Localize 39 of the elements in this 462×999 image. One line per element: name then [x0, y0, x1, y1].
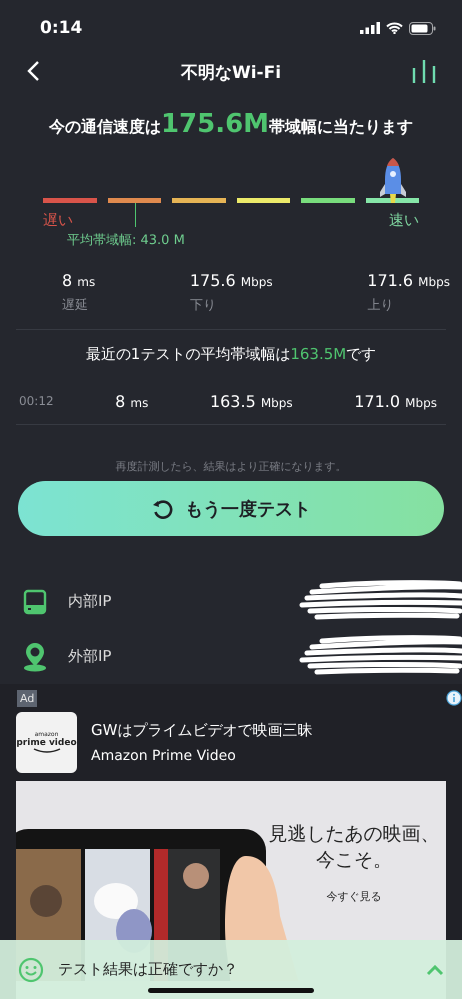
bar-chart-icon[interactable]	[412, 60, 438, 84]
slow-label: 遅い	[43, 211, 73, 230]
fast-label: 速い	[389, 211, 419, 230]
rocket-icon	[378, 156, 408, 204]
ad-title[interactable]: GWはプライムビデオで映画三昧	[91, 721, 312, 740]
smiley-icon	[18, 956, 44, 982]
stat-label: 上り	[367, 297, 394, 314]
stat-value: 171.6 Mbps	[367, 271, 450, 290]
info-icon[interactable]	[446, 690, 462, 706]
ip-label: 外部IP	[68, 647, 112, 666]
back-icon[interactable]	[26, 60, 40, 82]
test-value: 171.0 Mbps	[354, 392, 437, 410]
average-marker	[135, 203, 136, 227]
test-value: 8 ms	[115, 392, 148, 410]
retest-button[interactable]: もう一度テスト	[18, 481, 444, 536]
feedback-bar[interactable]: テスト結果は正確ですか？	[0, 940, 462, 999]
drive-icon	[22, 588, 48, 614]
ip-label: 内部IP	[68, 592, 112, 611]
battery-icon	[409, 22, 436, 34]
status-time: 0:14	[40, 18, 82, 38]
screen-title: 不明なWi-Fi	[180, 62, 282, 84]
average-bandwidth: 平均帯域幅: 43.0 M	[67, 232, 185, 249]
test-time: 00:12	[19, 394, 54, 408]
test-value: 163.5 Mbps	[210, 392, 293, 410]
feedback-question: テスト結果は正確ですか？	[58, 960, 239, 979]
watch-now-link[interactable]: 今すぐ見る	[326, 889, 382, 904]
wifi-icon	[386, 22, 403, 34]
ad-badge: Ad	[17, 690, 38, 706]
hint-text: 再度計測したら、結果はより正確になります。	[114, 459, 348, 475]
speed-headline: 今の通信速度は 175.6M帯域幅に当たります	[48, 108, 414, 141]
stat-label: 遅延	[62, 297, 89, 314]
location-pin-icon	[22, 642, 48, 672]
stat-value: 8 ms	[62, 271, 96, 290]
banner-headline: 見逃したあの映画、今こそ。	[268, 822, 440, 873]
stat-label: 下り	[190, 297, 217, 314]
signal-icon	[360, 22, 380, 34]
recent-average: 最近の1テストの平均帯域幅は163.5Mです	[84, 344, 378, 365]
stat-value: 175.6 Mbps	[190, 271, 273, 290]
advertiser-name: Amazon Prime Video	[91, 748, 237, 764]
